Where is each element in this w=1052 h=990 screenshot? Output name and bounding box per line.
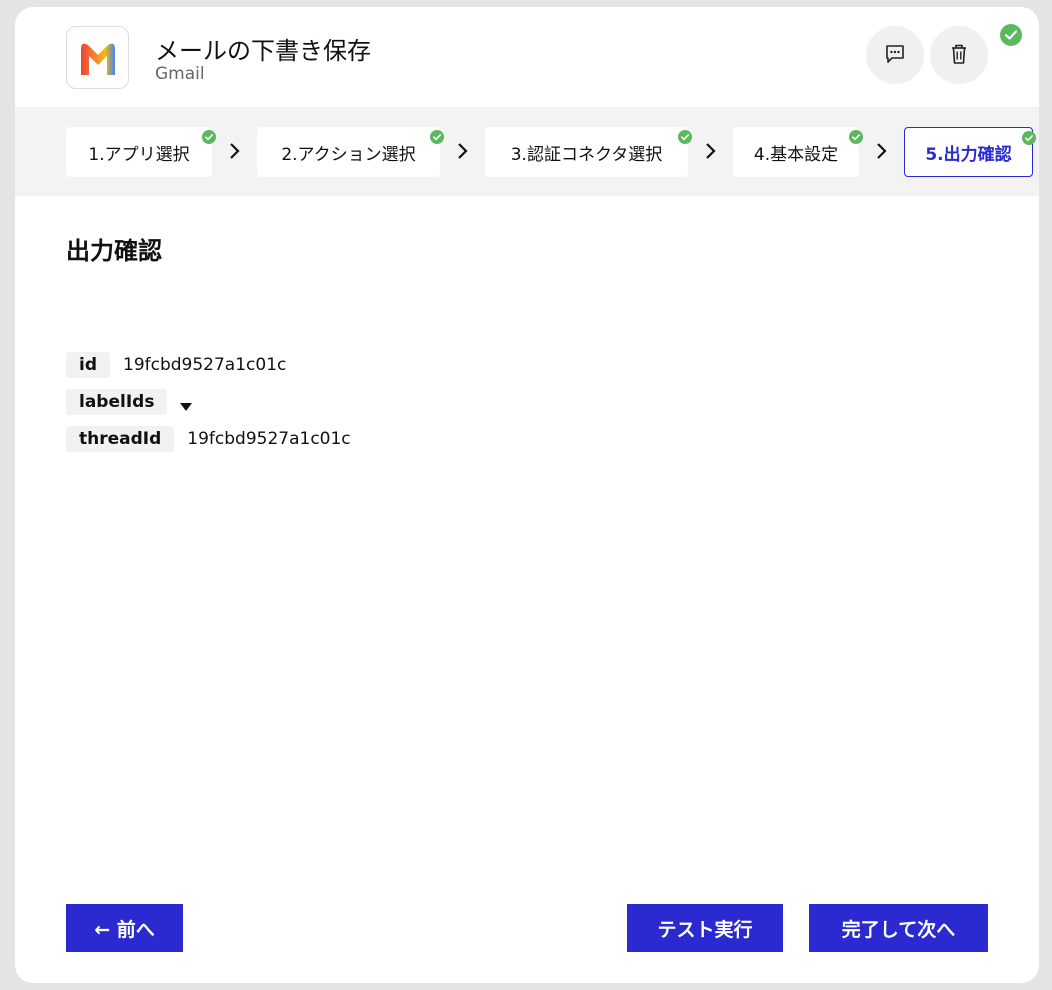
page-title: メールの下書き保存 [155, 37, 371, 65]
status-check-icon [1000, 24, 1022, 46]
test-run-button[interactable]: テスト実行 [627, 904, 783, 952]
chevron-right-icon [704, 141, 718, 161]
check-icon [678, 129, 692, 144]
chevron-right-icon [875, 141, 889, 161]
output-field-id: id 19fcbd9527a1c01c [66, 352, 286, 378]
check-icon [430, 129, 444, 144]
step-basic-settings[interactable]: 4.基本設定 [733, 127, 863, 177]
action-config-panel: メールの下書き保存 Gmail 1.アプリ選択 2.アクション選択 3.認証コネ… [15, 7, 1039, 983]
delete-button[interactable] [930, 26, 988, 84]
chevron-right-icon [456, 141, 470, 161]
field-key: id [66, 352, 110, 378]
app-name: Gmail [155, 64, 205, 84]
step-connector-select[interactable]: 3.認証コネクタ選択 [485, 127, 692, 177]
step-label: 2.アクション選択 [281, 144, 416, 165]
step-output-check[interactable]: 5.出力確認 [904, 127, 1036, 177]
step-label: 1.アプリ選択 [88, 144, 190, 165]
check-icon [849, 129, 863, 144]
field-key: labelIds [66, 389, 168, 415]
check-icon [1022, 130, 1036, 145]
comment-button[interactable] [866, 26, 924, 84]
prev-button[interactable]: ← 前へ [66, 904, 183, 952]
step-label: 3.認証コネクタ選択 [510, 144, 663, 165]
trash-icon [949, 43, 969, 68]
step-action-select[interactable]: 2.アクション選択 [257, 127, 444, 177]
check-icon [202, 129, 216, 144]
output-field-labelids[interactable]: labelIds [66, 389, 193, 415]
section-title: 出力確認 [66, 237, 162, 265]
chevron-right-icon [228, 141, 242, 161]
comment-icon [884, 43, 906, 68]
field-key: threadId [66, 426, 175, 452]
gmail-logo [66, 26, 129, 89]
field-value: 19fcbd9527a1c01c [123, 355, 287, 375]
step-navigation: 1.アプリ選択 2.アクション選択 3.認証コネクタ選択 4.基本設定 5.出力… [15, 107, 1039, 196]
step-label: 4.基本設定 [753, 144, 839, 165]
panel-header: メールの下書き保存 Gmail [15, 7, 1039, 107]
caret-down-icon[interactable] [179, 397, 193, 411]
output-field-threadid: threadId 19fcbd9527a1c01c [66, 426, 351, 452]
step-app-select[interactable]: 1.アプリ選択 [66, 127, 216, 177]
complete-next-button[interactable]: 完了して次へ [809, 904, 988, 952]
field-value: 19fcbd9527a1c01c [187, 429, 351, 449]
step-label: 5.出力確認 [925, 144, 1012, 165]
